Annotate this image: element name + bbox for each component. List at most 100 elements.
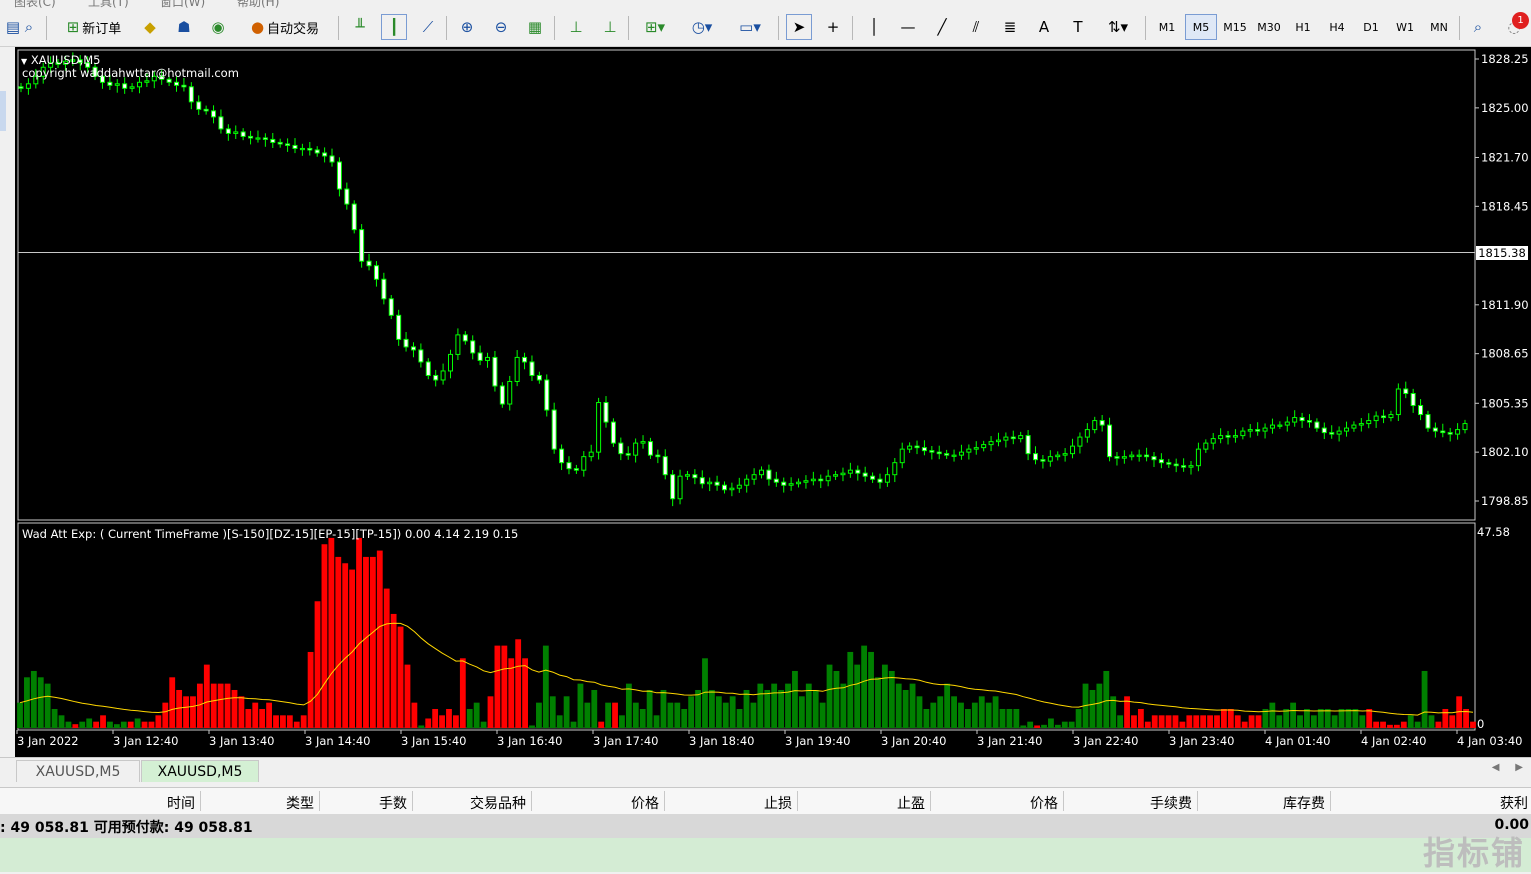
- col-volume[interactable]: 手数: [340, 793, 407, 813]
- candle-body: [951, 454, 957, 457]
- menu-bar: 图表(C) 工具(T) 窗口(W) 帮助(H): [0, 0, 1531, 8]
- zoom-chart-icon[interactable]: ⌕: [16, 14, 42, 40]
- indicator-bar: [1061, 721, 1068, 728]
- indicator-bar: [363, 556, 369, 728]
- candle-body: [958, 451, 964, 456]
- text-icon[interactable]: A: [1031, 14, 1057, 40]
- trendline-icon[interactable]: ╱: [929, 14, 955, 40]
- timeframe-m5[interactable]: M5: [1185, 14, 1217, 40]
- candle: [314, 146, 320, 157]
- cursor-icon[interactable]: ➤: [786, 14, 812, 40]
- chart-tab-2[interactable]: XAUUSD,M5: [141, 760, 259, 782]
- toolbar: ▤ ⌕ ⊞ 新订单 ◆ ☗ ◉ ● 自动交易 ╨ ┃ ⟋ ⊕ ⊖ ▦ ⊥ ⊥ ⊞…: [0, 8, 1531, 47]
- equidistant-channel-icon[interactable]: ⫽: [963, 14, 989, 40]
- auto-scroll-icon[interactable]: ⊥: [563, 14, 589, 40]
- timeframe-h1[interactable]: H1: [1287, 14, 1319, 40]
- fibonacci-icon[interactable]: ≣: [997, 14, 1023, 40]
- col-separator: [412, 791, 413, 811]
- candle-body: [507, 380, 513, 405]
- indicators-dropdown-icon[interactable]: ⊞▾: [636, 14, 674, 40]
- candle: [1092, 416, 1098, 434]
- menu-chart[interactable]: 图表(C): [14, 0, 56, 8]
- crosshair-icon[interactable]: +: [820, 14, 846, 40]
- text-label-icon[interactable]: T: [1065, 14, 1091, 40]
- chart-window[interactable]: 1828.25 1825.00 1821.70 1818.45 1811.90 1808.…: [15, 47, 1531, 757]
- candle-body: [470, 340, 476, 354]
- candle: [936, 445, 942, 460]
- chart-shift-icon[interactable]: ⊥: [597, 14, 623, 40]
- candle: [677, 469, 683, 505]
- col-current-price[interactable]: 价格: [980, 793, 1058, 813]
- time-tick-label: 3 Jan 16:40: [497, 734, 563, 748]
- candle: [788, 477, 794, 491]
- indicator-bar: [1359, 715, 1366, 728]
- indicator-bar: [183, 696, 189, 728]
- zoom-in-icon[interactable]: ⊕: [454, 14, 480, 40]
- col-take-profit[interactable]: 止盈: [840, 793, 925, 813]
- col-commission[interactable]: 手续费: [1110, 793, 1192, 813]
- indicator-bar: [529, 725, 535, 728]
- indicator-bar: [487, 696, 494, 728]
- market-watch-icon[interactable]: ◆: [137, 14, 163, 40]
- candle-body: [581, 456, 587, 471]
- col-stop-loss[interactable]: 止损: [710, 793, 792, 813]
- timeframe-h4[interactable]: H4: [1321, 14, 1353, 40]
- candle-body: [692, 474, 698, 479]
- col-time[interactable]: 时间: [120, 793, 195, 813]
- horizontal-line-icon[interactable]: —: [895, 14, 921, 40]
- col-symbol[interactable]: 交易品种: [430, 793, 526, 813]
- indicator-bar: [1054, 724, 1061, 728]
- indicator-bar: [335, 556, 342, 728]
- menu-window[interactable]: 窗口(W): [160, 0, 205, 8]
- auto-trading-button[interactable]: ● 自动交易: [238, 14, 332, 40]
- col-type[interactable]: 类型: [240, 793, 314, 813]
- col-swap[interactable]: 库存费: [1240, 793, 1325, 813]
- candle: [440, 363, 446, 385]
- navigator-icon[interactable]: ☗: [171, 14, 197, 40]
- timeframe-m1[interactable]: M1: [1151, 14, 1183, 40]
- candle-body: [573, 468, 579, 471]
- candle-body: [559, 448, 565, 464]
- zoom-out-icon[interactable]: ⊖: [488, 14, 514, 40]
- tab-scroll-arrows[interactable]: ◀ ▶: [1492, 762, 1523, 773]
- bar-chart-icon[interactable]: ╨: [347, 14, 373, 40]
- candle: [329, 148, 335, 167]
- menu-tools[interactable]: 工具(T): [88, 0, 129, 8]
- indicator-bar: [1442, 708, 1449, 728]
- new-order-button[interactable]: ⊞ 新订单: [55, 14, 133, 40]
- indicator-bar: [570, 721, 577, 728]
- candle-body: [907, 445, 913, 450]
- timeframe-m30[interactable]: M30: [1253, 14, 1285, 40]
- indicator-bar: [1331, 715, 1338, 728]
- chart-tab-1[interactable]: XAUUSD,M5: [16, 760, 140, 782]
- candle-body: [810, 478, 816, 482]
- candle-body: [1440, 430, 1446, 434]
- indicator-bar: [404, 664, 411, 728]
- timeframe-d1[interactable]: D1: [1355, 14, 1387, 40]
- balance-text: : 49 058.81 可用预付款: 49 058.81: [0, 820, 253, 836]
- arrows-dropdown-icon[interactable]: ⇅▾: [1099, 14, 1137, 40]
- candlestick-chart-icon[interactable]: ┃: [381, 14, 407, 40]
- notifications-button[interactable]: ◌ 1: [1499, 12, 1529, 40]
- candle-body: [218, 116, 224, 130]
- vertical-line-icon[interactable]: │: [861, 14, 887, 40]
- indicator-bar: [619, 715, 625, 728]
- col-profit[interactable]: 获利: [1450, 793, 1528, 813]
- chart-svg[interactable]: 1828.25 1825.00 1821.70 1818.45 1811.90 1808.…: [15, 47, 1531, 757]
- timeframe-m15[interactable]: M15: [1219, 14, 1251, 40]
- timeframe-mn[interactable]: MN: [1423, 14, 1455, 40]
- indicator-bar: [162, 702, 169, 728]
- line-chart-icon[interactable]: ⟋: [415, 14, 441, 40]
- search-icon[interactable]: ⌕: [1465, 14, 1491, 40]
- periods-dropdown-icon[interactable]: ◷▾: [682, 14, 722, 40]
- chevron-down-icon[interactable]: ▼: [21, 57, 27, 66]
- timeframe-w1[interactable]: W1: [1389, 14, 1421, 40]
- candle-body: [544, 379, 550, 411]
- templates-dropdown-icon[interactable]: ▭▾: [730, 14, 770, 40]
- candle: [285, 138, 291, 152]
- signals-icon[interactable]: ◉: [205, 14, 231, 40]
- tile-windows-icon[interactable]: ▦: [522, 14, 548, 40]
- candle: [825, 469, 831, 487]
- col-price[interactable]: 价格: [580, 793, 659, 813]
- menu-help[interactable]: 帮助(H): [237, 0, 279, 8]
